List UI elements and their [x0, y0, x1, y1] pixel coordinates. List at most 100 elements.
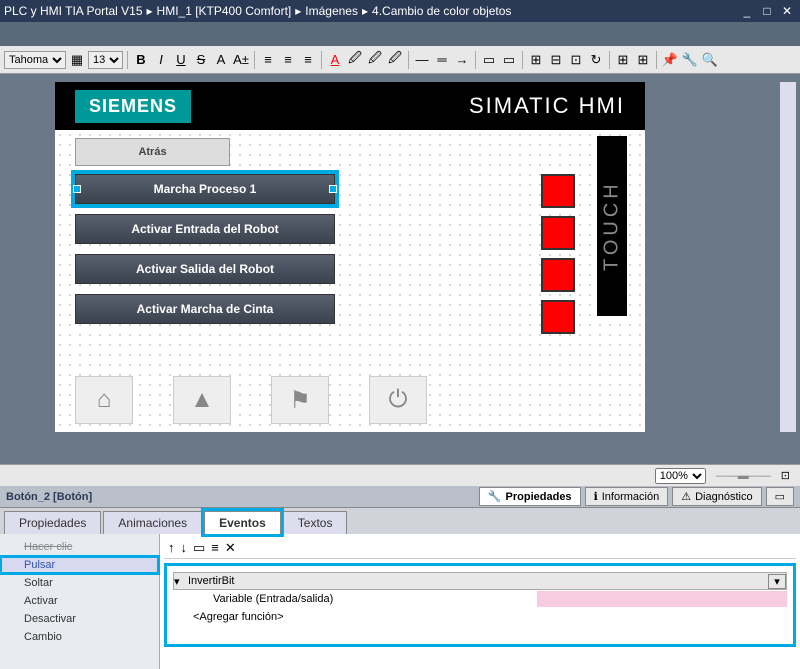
fill-color-button[interactable]: 🖉 — [346, 51, 364, 69]
maximize-button[interactable]: □ — [758, 4, 776, 18]
separator-icon: ▸ — [362, 4, 368, 18]
power-icon[interactable]: ⏻ — [369, 376, 427, 424]
line-width-button[interactable]: ═ — [433, 51, 451, 69]
function-row[interactable]: ▾ InvertirBit ▾ — [173, 572, 787, 590]
underline-button[interactable]: U — [172, 51, 190, 69]
align-right-button[interactable]: ≡ — [299, 51, 317, 69]
subtab-textos[interactable]: Textos — [283, 511, 348, 534]
search-button[interactable]: 🔍 — [701, 51, 719, 69]
settings-nav-icon[interactable]: ⚑ — [271, 376, 329, 424]
move-down-button[interactable]: ↓ — [181, 540, 188, 556]
strike-button[interactable]: S — [192, 51, 210, 69]
touch-strip: TOUCH — [597, 136, 627, 316]
font-size-button[interactable]: A± — [232, 51, 250, 69]
function-name: InvertirBit — [188, 575, 768, 587]
font-select[interactable]: Tahoma — [4, 51, 66, 69]
rotate-button[interactable]: ↻ — [587, 51, 605, 69]
indicator-4[interactable] — [541, 300, 575, 334]
line-color-button[interactable]: 🖉 — [366, 51, 384, 69]
tab-propiedades[interactable]: 🔧Propiedades — [479, 487, 581, 506]
distribute-button[interactable]: ⊟ — [547, 51, 565, 69]
list-button[interactable]: ≡ — [211, 540, 219, 556]
zoom-bar: 100% ——▬—— ⊡ — [0, 464, 800, 486]
design-surface[interactable]: SIEMENS SIMATIC HMI Atrás Marcha Proceso… — [55, 82, 645, 432]
activar-marcha-button[interactable]: Activar Marcha de Cinta — [75, 294, 335, 324]
event-desactivar[interactable]: Desactivar — [0, 610, 159, 628]
marcha-proceso-button[interactable]: Marcha Proceso 1 — [75, 174, 335, 204]
variable-row[interactable]: Variable (Entrada/salida) — [173, 590, 787, 608]
layer-front-button[interactable]: ▭ — [480, 51, 498, 69]
add-function-row[interactable]: <Agregar función> — [173, 608, 787, 626]
subtab-eventos[interactable]: Eventos — [204, 511, 281, 534]
subtab-animaciones[interactable]: Animaciones — [103, 511, 202, 534]
pin-button[interactable]: 📌 — [661, 51, 679, 69]
nav-icons: ⌂ ▲ ⚑ ⏻ — [75, 376, 427, 424]
bg-color-button[interactable]: 🖉 — [386, 51, 404, 69]
more-button-2[interactable]: ⊞ — [634, 51, 652, 69]
events-detail: ↑ ↓ ▭ ≡ ✕ ▾ InvertirBit ▾ Variable (Entr… — [160, 534, 800, 669]
title-bar: PLC y HMI TIA Portal V15 ▸ HMI_1 [KTP400… — [0, 0, 800, 22]
window-controls: _ □ ✕ — [738, 4, 796, 18]
events-panel: Hacer clic Pulsar Soltar Activar Desacti… — [0, 534, 800, 669]
indicator-2[interactable] — [541, 216, 575, 250]
text-color-button[interactable]: A — [326, 51, 344, 69]
align-obj-button[interactable]: ⊞ — [527, 51, 545, 69]
properties-header: Botón_2 [Botón] 🔧Propiedades ℹInformació… — [0, 486, 800, 508]
zoom-slider[interactable]: ——▬—— — [716, 470, 771, 482]
line-style-button[interactable]: — — [413, 51, 431, 69]
italic-button[interactable]: I — [152, 51, 170, 69]
event-cambio[interactable]: Cambio — [0, 628, 159, 646]
close-button[interactable]: ✕ — [778, 4, 796, 18]
hmi-body: Atrás Marcha Proceso 1 Activar Entrada d… — [55, 130, 645, 432]
arrow-button[interactable]: → — [453, 51, 471, 69]
up-icon[interactable]: ▲ — [173, 376, 231, 424]
activar-entrada-button[interactable]: Activar Entrada del Robot — [75, 214, 335, 244]
diag-icon: ⚠ — [681, 490, 691, 503]
delete-button[interactable]: ✕ — [225, 540, 236, 556]
tab-informacion[interactable]: ℹInformación — [585, 487, 669, 506]
zoom-select[interactable]: 100% — [655, 468, 706, 484]
events-grid: ▾ InvertirBit ▾ Variable (Entrada/salida… — [164, 563, 796, 647]
variable-label: Variable (Entrada/salida) — [213, 593, 537, 605]
variable-value-field[interactable] — [537, 591, 787, 607]
subtab-propiedades[interactable]: Propiedades — [4, 511, 101, 534]
font-picker-icon[interactable]: ▦ — [68, 51, 86, 69]
align-center-button[interactable]: ≡ — [279, 51, 297, 69]
move-up-button[interactable]: ↑ — [168, 540, 175, 556]
panel-menu-button[interactable]: ▭ — [766, 487, 794, 506]
zoom-fit-icon[interactable]: ⊡ — [781, 469, 790, 482]
breadcrumb-app: PLC y HMI TIA Portal V15 — [4, 4, 143, 18]
separator-icon: ▸ — [295, 4, 301, 18]
right-toolbox[interactable] — [780, 82, 796, 432]
back-button[interactable]: Atrás — [75, 138, 230, 166]
breadcrumb-hmi: HMI_1 [KTP400 Comfort] — [157, 4, 292, 18]
indicator-3[interactable] — [541, 258, 575, 292]
format-toolbar: Tahoma ▦ 13 B I U S A A± ≡ ≡ ≡ A 🖉 🖉 🖉 —… — [0, 46, 800, 74]
size-select[interactable]: 13 — [88, 51, 123, 69]
separator-icon: ▸ — [147, 4, 153, 18]
view-button[interactable]: ▭ — [193, 540, 205, 556]
activar-salida-button[interactable]: Activar Salida del Robot — [75, 254, 335, 284]
event-soltar[interactable]: Soltar — [0, 574, 159, 592]
layer-back-button[interactable]: ▭ — [500, 51, 518, 69]
hmi-header: SIEMENS SIMATIC HMI — [55, 82, 645, 130]
home-icon[interactable]: ⌂ — [75, 376, 133, 424]
minimize-button[interactable]: _ — [738, 4, 756, 18]
event-hacer-clic[interactable]: Hacer clic — [0, 538, 159, 556]
tab-diagnostico[interactable]: ⚠Diagnóstico — [672, 487, 761, 506]
function-dropdown[interactable]: ▾ — [768, 574, 786, 589]
events-toolbar: ↑ ↓ ▭ ≡ ✕ — [164, 538, 796, 559]
indicator-1[interactable] — [541, 174, 575, 208]
group-button[interactable]: ⊡ — [567, 51, 585, 69]
event-pulsar[interactable]: Pulsar — [0, 556, 159, 574]
more-button-1[interactable]: ⊞ — [614, 51, 632, 69]
align-left-button[interactable]: ≡ — [259, 51, 277, 69]
design-area: SIEMENS SIMATIC HMI Atrás Marcha Proceso… — [0, 74, 800, 464]
event-activar[interactable]: Activar — [0, 592, 159, 610]
properties-icon: 🔧 — [488, 490, 502, 503]
expand-icon[interactable]: ▾ — [174, 575, 188, 588]
bold-button[interactable]: B — [132, 51, 150, 69]
tools-button[interactable]: 🔧 — [681, 51, 699, 69]
font-a-button[interactable]: A — [212, 51, 230, 69]
breadcrumb-folder: Imágenes — [305, 4, 358, 18]
